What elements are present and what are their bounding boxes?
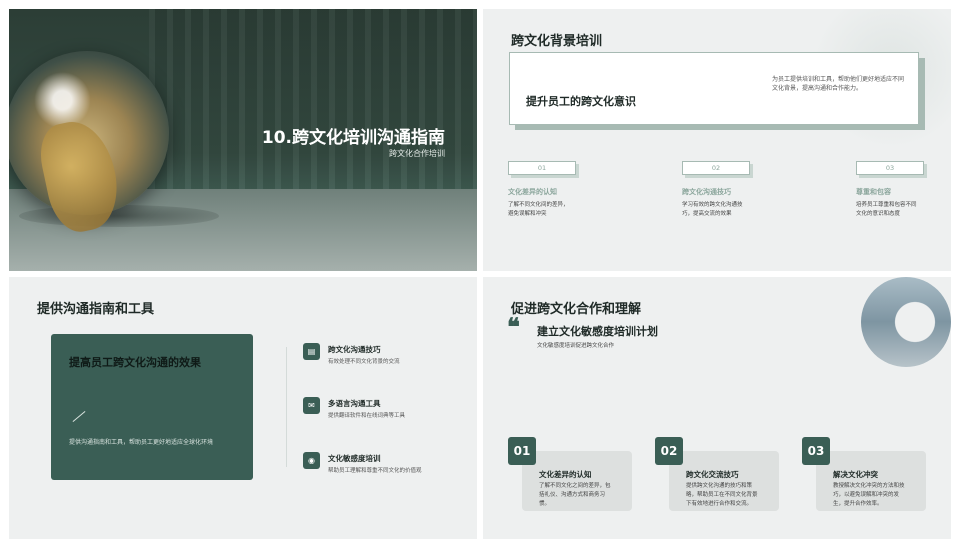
slide-background-training: 跨文化背景培训 提升员工的跨文化意识 为员工提供培训和工具，帮助他们更好地适应不… bbox=[483, 9, 951, 271]
quote-icon: ❝ bbox=[507, 312, 520, 341]
globe-image bbox=[9, 51, 169, 238]
tool-title: 跨文化沟通技巧 bbox=[328, 345, 381, 354]
step-title: 文化差异的认知 bbox=[539, 470, 592, 479]
cover-title: 10.跨文化培训沟通指南 bbox=[261, 128, 445, 148]
background-texture bbox=[149, 9, 477, 189]
step-card: 03 解决文化冲突 教授解决文化冲突的方法和技巧，以避免误解和冲突的发生，提升合… bbox=[802, 437, 926, 515]
point-title: 尊重和包容 bbox=[856, 188, 891, 196]
step-card: 01 文化差异的认知 了解不同文化之间的差异，包括礼仪、沟通方式和商务习惯。 bbox=[508, 437, 632, 515]
step-description: 提供跨文化沟通的技巧和策略，帮助员工在不同文化背景下有效地进行合作和交流。 bbox=[686, 483, 758, 507]
step-description: 了解不同文化之间的差异，包括礼仪、沟通方式和商务习惯。 bbox=[539, 483, 611, 507]
cover-subtitle: 跨文化合作培训 bbox=[389, 149, 445, 158]
point-description: 学习有效的跨文化沟通技巧，提高交流的效果 bbox=[682, 202, 743, 217]
point-title: 跨文化沟通技巧 bbox=[682, 188, 731, 196]
panel-description: 提供沟通指南和工具，帮助员工更好地适应全球化环境 bbox=[69, 439, 214, 446]
point-description: 培养员工尊重和包容不同文化的意识和态度 bbox=[856, 202, 917, 217]
step-title: 跨文化交流技巧 bbox=[686, 470, 739, 479]
step-number: 01 bbox=[508, 437, 536, 465]
step-card: 02 跨文化交流技巧 提供跨文化沟通的技巧和策略，帮助员工在不同文化背景下有效地… bbox=[655, 437, 779, 515]
decorative-ring-image bbox=[861, 277, 951, 367]
point-column: 01 文化差异的认知 了解不同文化间的差异，避免误解和冲突 bbox=[508, 161, 588, 219]
tool-description: 帮助员工理解和尊重不同文化的价值观 bbox=[328, 468, 422, 474]
sub-heading: 建立文化敏感度培训计划 bbox=[537, 325, 658, 338]
book-icon: ▤ bbox=[303, 343, 320, 360]
tool-title: 多语言沟通工具 bbox=[328, 399, 381, 408]
tool-description: 有效处理不同文化背景的交流 bbox=[328, 359, 400, 365]
target-icon: ◉ bbox=[303, 452, 320, 469]
step-description: 教授解决文化冲突的方法和技巧，以避免误解和冲突的发生，提升合作效率。 bbox=[833, 483, 905, 507]
slide-cover: 10.跨文化培训沟通指南 跨文化合作培训 bbox=[9, 9, 477, 271]
point-number: 02 bbox=[682, 161, 750, 175]
slide-title: 提供沟通指南和工具 bbox=[37, 302, 155, 317]
chat-icon: ✉ bbox=[303, 397, 320, 414]
step-number: 03 bbox=[802, 437, 830, 465]
panel-heading: 提高员工跨文化沟通的效果 bbox=[69, 356, 201, 369]
slide-title: 跨文化背景培训 bbox=[511, 34, 603, 49]
card-heading: 提升员工的跨文化意识 bbox=[526, 95, 636, 108]
point-column: 02 跨文化沟通技巧 学习有效的跨文化沟通技巧，提高交流的效果 bbox=[682, 161, 762, 219]
decorative-line bbox=[72, 410, 86, 423]
step-title: 解决文化冲突 bbox=[833, 470, 878, 479]
divider bbox=[286, 347, 287, 467]
point-column: 03 尊重和包容 培养员工尊重和包容不同文化的意识和态度 bbox=[856, 161, 936, 219]
step-number: 02 bbox=[655, 437, 683, 465]
slide-cooperation: 促进跨文化合作和理解 ❝ 建立文化敏感度培训计划 文化敏感度培训促进跨文化合作 … bbox=[483, 277, 951, 539]
point-number: 01 bbox=[508, 161, 576, 175]
point-title: 文化差异的认知 bbox=[508, 188, 557, 196]
highlight-panel: 提高员工跨文化沟通的效果 提供沟通指南和工具，帮助员工更好地适应全球化环境 bbox=[51, 334, 253, 480]
tool-title: 文化敏感度培训 bbox=[328, 454, 381, 463]
slide-guides-tools: 提供沟通指南和工具 提高员工跨文化沟通的效果 提供沟通指南和工具，帮助员工更好地… bbox=[9, 277, 477, 539]
slide-title: 促进跨文化合作和理解 bbox=[511, 302, 642, 317]
card-description: 为员工提供培训和工具，帮助他们更好地适应不同文化背景，提高沟通和合作能力。 bbox=[772, 76, 905, 92]
point-description: 了解不同文化间的差异，避免误解和冲突 bbox=[508, 202, 569, 217]
highlight-card: 提升员工的跨文化意识 为员工提供培训和工具，帮助他们更好地适应不同文化背景，提高… bbox=[509, 52, 919, 125]
tool-description: 提供翻译软件和在线词典等工具 bbox=[328, 413, 406, 419]
sub-description: 文化敏感度培训促进跨文化合作 bbox=[537, 343, 615, 349]
point-number: 03 bbox=[856, 161, 924, 175]
